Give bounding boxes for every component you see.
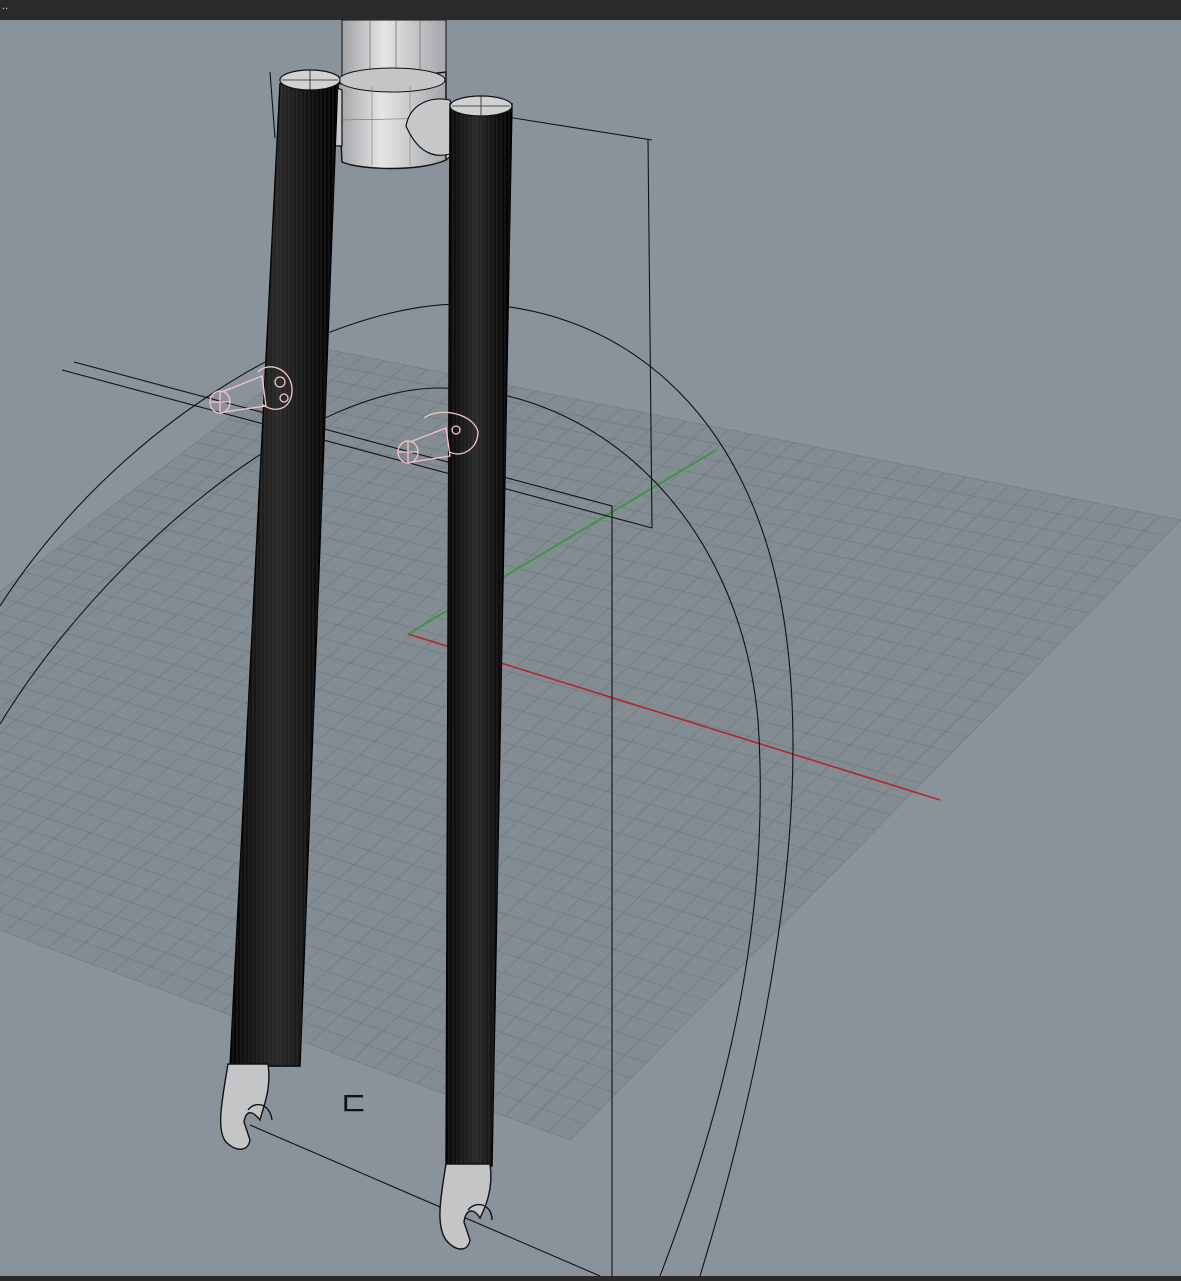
construction-grid	[0, 347, 1181, 1141]
perspective-viewport[interactable]: ㄷ	[0, 20, 1181, 1276]
grid-plane	[0, 348, 1181, 1140]
plane-edge-left	[269, 71, 276, 139]
title-bar: ..	[0, 0, 1181, 21]
status-bar	[0, 1276, 1181, 1281]
sketch-annotation: ㄷ	[338, 1085, 369, 1125]
dropout-line	[249, 1124, 601, 1276]
title-text: ..	[2, 1, 9, 12]
viewport-canvas[interactable]: ㄷ	[0, 20, 1181, 1276]
